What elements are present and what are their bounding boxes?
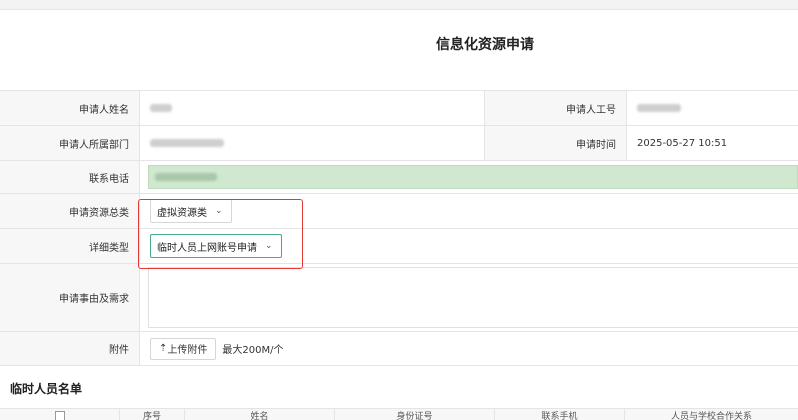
detail-type-label: 详细类型	[0, 229, 140, 263]
half-name: 申请人姓名	[0, 91, 485, 125]
applicant-name-blurred	[150, 104, 172, 112]
resource-category-cell: 虚拟资源类 ⌄	[140, 194, 798, 228]
resource-category-select[interactable]: 虚拟资源类 ⌄	[150, 199, 232, 223]
half-dept: 申请人所属部门	[0, 126, 485, 160]
temp-staff-list-title: 临时人员名单	[10, 382, 83, 396]
temp-staff-table-header: 序号 姓名 身份证号 联系手机 人员与学校合作关系	[0, 408, 798, 420]
applicant-name-value	[140, 91, 485, 125]
select-all-checkbox[interactable]	[54, 411, 65, 420]
chevron-down-icon: ⌄	[215, 206, 223, 216]
applicant-name-label: 申请人姓名	[0, 91, 140, 125]
upload-button[interactable]: ⇡ 上传附件	[150, 337, 217, 360]
column-header: 姓名	[185, 409, 335, 420]
page-title: 信息化资源申请	[436, 37, 534, 53]
apply-time-label: 申请时间	[485, 126, 627, 160]
upload-icon: ⇡	[159, 343, 168, 354]
column-header: 身份证号	[335, 409, 495, 420]
select-all-column	[0, 409, 120, 420]
row-detail-type: 详细类型 临时人员上网账号申请 ⌄	[0, 229, 798, 264]
phone-label: 联系电话	[0, 161, 140, 193]
row-attachment: 附件 ⇡ 上传附件 最大200M/个	[0, 332, 798, 366]
row-phone: 联系电话	[0, 161, 798, 194]
detail-type-select[interactable]: 临时人员上网账号申请 ⌄	[150, 234, 282, 258]
attachment-label: 附件	[0, 332, 140, 365]
applicant-id-blurred	[637, 104, 681, 112]
column-header: 序号	[120, 409, 185, 420]
application-form: 申请人姓名 申请人工号 申请人所属部门 申请时间 2025-05-27 10:5…	[0, 90, 798, 366]
row-reason: 申请事由及需求	[0, 264, 798, 332]
top-strip	[0, 0, 798, 10]
upload-size-hint: 最大200M/个	[222, 345, 284, 356]
phone-field[interactable]	[148, 165, 798, 189]
detail-type-cell: 临时人员上网账号申请 ⌄	[140, 229, 798, 263]
applicant-id-label: 申请人工号	[485, 91, 627, 125]
department-label: 申请人所属部门	[0, 126, 140, 160]
apply-time-value: 2025-05-27 10:51	[637, 137, 728, 149]
resource-category-label: 申请资源总类	[0, 194, 140, 228]
resource-category-selected: 虚拟资源类	[157, 207, 207, 219]
detail-type-selected: 临时人员上网账号申请	[157, 242, 257, 254]
reason-label: 申请事由及需求	[0, 264, 140, 331]
chevron-down-icon: ⌄	[265, 241, 273, 251]
department-value	[140, 126, 485, 160]
phone-blurred	[155, 173, 217, 181]
applicant-id-value	[627, 91, 798, 125]
reason-textarea[interactable]	[148, 267, 798, 328]
row-name-id: 申请人姓名 申请人工号	[0, 91, 798, 126]
row-dept-time: 申请人所属部门 申请时间 2025-05-27 10:51	[0, 126, 798, 161]
attachment-cell: ⇡ 上传附件 最大200M/个	[140, 332, 798, 365]
upload-label: 上传附件	[167, 345, 208, 356]
department-blurred	[150, 139, 224, 147]
column-header: 联系手机	[495, 409, 625, 420]
row-resource-category: 申请资源总类 虚拟资源类 ⌄	[0, 194, 798, 229]
column-header: 人员与学校合作关系	[670, 412, 752, 420]
